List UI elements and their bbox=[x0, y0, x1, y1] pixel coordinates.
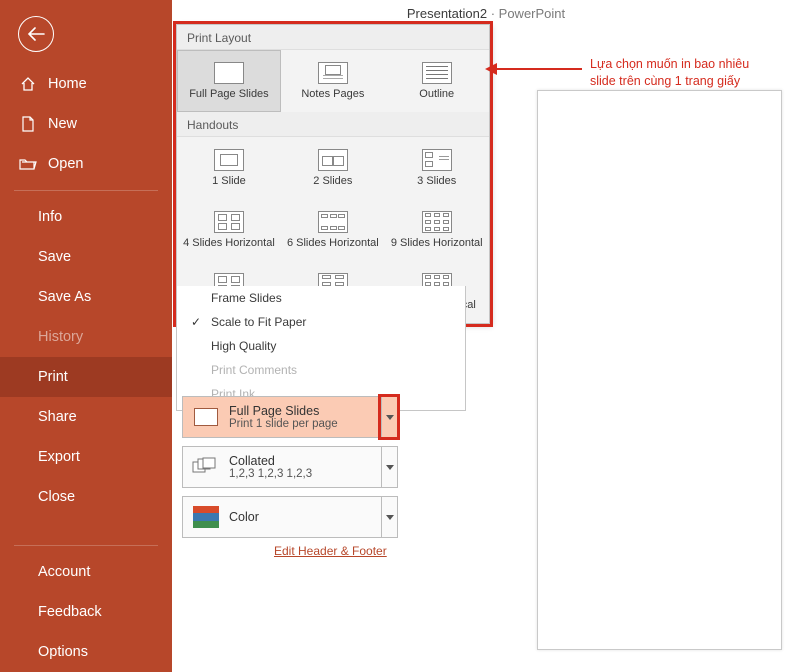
nav-new[interactable]: New bbox=[0, 104, 172, 144]
dropdown-title: Color bbox=[229, 510, 381, 524]
section-print-layout: Print Layout bbox=[177, 25, 489, 50]
nav-feedback[interactable]: Feedback bbox=[0, 592, 172, 632]
open-icon bbox=[18, 157, 38, 171]
opt-full-page-slides[interactable]: Full Page Slides bbox=[177, 50, 281, 112]
nav-label: Export bbox=[38, 449, 80, 465]
dropdown-sub: 1,2,3 1,2,3 1,2,3 bbox=[229, 468, 381, 480]
opt-label: Outline bbox=[419, 88, 454, 100]
handout-9h-icon bbox=[422, 211, 452, 233]
opt-label: 3 Slides bbox=[417, 175, 456, 187]
nav-label: Close bbox=[38, 489, 75, 505]
nav-history[interactable]: History bbox=[0, 317, 172, 357]
chevron-down-icon[interactable] bbox=[381, 497, 397, 537]
nav-close[interactable]: Close bbox=[0, 477, 172, 517]
nav-print[interactable]: Print bbox=[0, 357, 172, 397]
opt-label: Scale to Fit Paper bbox=[211, 315, 306, 329]
nav-label: Open bbox=[48, 156, 83, 172]
opt-high-quality[interactable]: High Quality bbox=[177, 334, 465, 358]
title-sep: · bbox=[487, 6, 499, 21]
handout-3-icon bbox=[422, 149, 452, 171]
slide-preview bbox=[537, 90, 782, 650]
collated-icon bbox=[189, 452, 223, 482]
nav-account[interactable]: Account bbox=[0, 552, 172, 592]
layout-thumb-icon bbox=[189, 402, 223, 432]
nav-label: Home bbox=[48, 76, 87, 92]
opt-label: 1 Slide bbox=[212, 175, 246, 187]
nav-label: Options bbox=[38, 644, 88, 660]
handout-4h-icon bbox=[214, 211, 244, 233]
dropdown-layout[interactable]: Full Page SlidesPrint 1 slide per page bbox=[182, 396, 398, 438]
nav-save-as[interactable]: Save As bbox=[0, 277, 172, 317]
nav-label: Save bbox=[38, 249, 71, 265]
doc-name: Presentation2 bbox=[407, 6, 487, 21]
nav-label: Share bbox=[38, 409, 77, 425]
dropdown-sub: Print 1 slide per page bbox=[229, 418, 381, 430]
opt-4h[interactable]: 4 Slides Horizontal bbox=[177, 199, 281, 261]
handout-6h-icon bbox=[318, 211, 348, 233]
separator bbox=[14, 545, 158, 546]
nav-open[interactable]: Open bbox=[0, 144, 172, 184]
anno-line: Lựa chọn muốn in bao nhiêu bbox=[590, 56, 749, 73]
dropdown-title: Collated bbox=[229, 454, 381, 468]
nav-label: Feedback bbox=[38, 604, 102, 620]
section-handouts: Handouts bbox=[177, 112, 489, 137]
color-icon bbox=[189, 502, 223, 532]
opt-9h[interactable]: 9 Slides Horizontal bbox=[385, 199, 489, 261]
new-icon bbox=[18, 116, 38, 132]
anno-line: slide trên cùng 1 trang giấy bbox=[590, 73, 749, 90]
nav-label: Info bbox=[38, 209, 62, 225]
nav-share[interactable]: Share bbox=[0, 397, 172, 437]
edit-header-footer-link[interactable]: Edit Header & Footer bbox=[274, 544, 387, 558]
opt-label: 4 Slides Horizontal bbox=[183, 237, 275, 249]
nav-save[interactable]: Save bbox=[0, 237, 172, 277]
chevron-down-icon[interactable] bbox=[381, 447, 397, 487]
opt-label: 6 Slides Horizontal bbox=[287, 237, 379, 249]
print-options-list: Frame Slides Scale to Fit Paper High Qua… bbox=[176, 286, 466, 411]
annotation-arrow-line bbox=[492, 68, 582, 70]
opt-print-comments: Print Comments bbox=[177, 358, 465, 382]
dropdown-title: Full Page Slides bbox=[229, 404, 381, 418]
nav-label: Save As bbox=[38, 289, 91, 305]
opt-label: Print Comments bbox=[211, 363, 297, 377]
backstage-sidebar: Home New Open Info Save Save As History … bbox=[0, 0, 172, 672]
print-layout-flyout: Print Layout Full Page Slides Notes Page… bbox=[176, 24, 490, 324]
link-label: Edit Header & Footer bbox=[274, 544, 387, 558]
chevron-down-icon[interactable] bbox=[381, 397, 397, 437]
opt-outline[interactable]: Outline bbox=[385, 50, 489, 112]
full-page-icon bbox=[214, 62, 244, 84]
opt-1-slide[interactable]: 1 Slide bbox=[177, 137, 281, 199]
app-name: PowerPoint bbox=[499, 6, 565, 21]
opt-frame-slides[interactable]: Frame Slides bbox=[177, 286, 465, 310]
dropdown-collation[interactable]: Collated1,2,3 1,2,3 1,2,3 bbox=[182, 446, 398, 488]
nav-label: Print bbox=[38, 369, 68, 385]
handout-2-icon bbox=[318, 149, 348, 171]
nav-info[interactable]: Info bbox=[0, 197, 172, 237]
nav-label: New bbox=[48, 116, 77, 132]
nav-label: Account bbox=[38, 564, 90, 580]
separator bbox=[14, 190, 158, 191]
nav-home[interactable]: Home bbox=[0, 64, 172, 104]
notes-icon bbox=[318, 62, 348, 84]
dropdown-color[interactable]: Color bbox=[182, 496, 398, 538]
annotation-text: Lựa chọn muốn in bao nhiêu slide trên cù… bbox=[590, 56, 749, 90]
opt-scale-to-fit[interactable]: Scale to Fit Paper bbox=[177, 310, 465, 334]
nav-label: History bbox=[38, 329, 83, 345]
nav-export[interactable]: Export bbox=[0, 437, 172, 477]
opt-label: 2 Slides bbox=[313, 175, 352, 187]
home-icon bbox=[18, 76, 38, 92]
opt-6h[interactable]: 6 Slides Horizontal bbox=[281, 199, 385, 261]
back-button[interactable] bbox=[18, 16, 54, 52]
opt-label: Notes Pages bbox=[301, 88, 364, 100]
opt-2-slides[interactable]: 2 Slides bbox=[281, 137, 385, 199]
opt-3-slides[interactable]: 3 Slides bbox=[385, 137, 489, 199]
opt-label: 9 Slides Horizontal bbox=[391, 237, 483, 249]
opt-label: Frame Slides bbox=[211, 291, 282, 305]
opt-label: Full Page Slides bbox=[189, 88, 269, 100]
outline-icon bbox=[422, 62, 452, 84]
document-title: Presentation2 · PowerPoint bbox=[172, 6, 800, 21]
nav-options[interactable]: Options bbox=[0, 632, 172, 672]
opt-notes-pages[interactable]: Notes Pages bbox=[281, 50, 385, 112]
handout-1-icon bbox=[214, 149, 244, 171]
opt-label: High Quality bbox=[211, 339, 276, 353]
